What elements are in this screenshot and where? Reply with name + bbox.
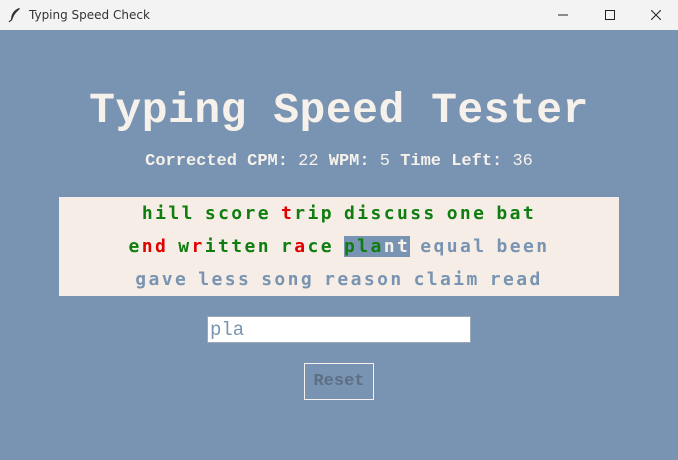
word: written <box>178 236 272 257</box>
page-title: Typing Speed Tester <box>89 86 589 135</box>
word: one <box>446 203 487 224</box>
words-panel: hill score t r i p discuss one bat end written rac… <box>59 197 619 296</box>
word: less <box>198 269 252 290</box>
word: race <box>281 236 335 257</box>
maximize-icon <box>605 10 615 20</box>
cpm-value: 22 <box>298 152 319 171</box>
typing-input[interactable] <box>207 316 471 343</box>
minimize-button[interactable] <box>540 0 586 30</box>
word: score <box>204 203 272 224</box>
window-title: Typing Speed Check <box>29 8 150 22</box>
wpm-value: 5 <box>379 152 390 171</box>
minimize-icon <box>558 14 568 16</box>
word: read <box>489 269 543 290</box>
reset-button[interactable]: Reset <box>304 363 374 400</box>
word: trip <box>281 203 335 224</box>
maximize-button[interactable] <box>587 0 633 30</box>
word: hill <box>141 203 195 224</box>
word: reason <box>324 269 404 290</box>
word: plant <box>344 236 411 257</box>
word: end <box>128 236 169 257</box>
word-line-2: e n d w r i t t e n r a c e p l a n t equal been <box>59 230 619 263</box>
title-bar: Typing Speed Check <box>0 0 678 30</box>
word: bat <box>496 203 537 224</box>
word: song <box>261 269 315 290</box>
feather-icon <box>8 7 22 23</box>
word: gave <box>135 269 189 290</box>
stats-bar: Corrected CPM: 22 WPM: 5 Time Left: 36 <box>0 152 678 171</box>
word: discuss <box>344 203 437 224</box>
close-icon <box>651 10 661 20</box>
time-left-value: 36 <box>512 152 533 171</box>
word-line-1: hill score t r i p discuss one bat <box>59 197 619 230</box>
cpm-label: Corrected CPM: <box>145 152 288 171</box>
word: equal <box>420 236 487 257</box>
word-line-3: gave less song reason claim read <box>59 263 619 296</box>
wpm-label: WPM: <box>328 152 370 171</box>
time-left-label: Time Left: <box>400 152 503 171</box>
close-button[interactable] <box>633 0 678 30</box>
word: claim <box>413 269 480 290</box>
word: been <box>496 236 550 257</box>
